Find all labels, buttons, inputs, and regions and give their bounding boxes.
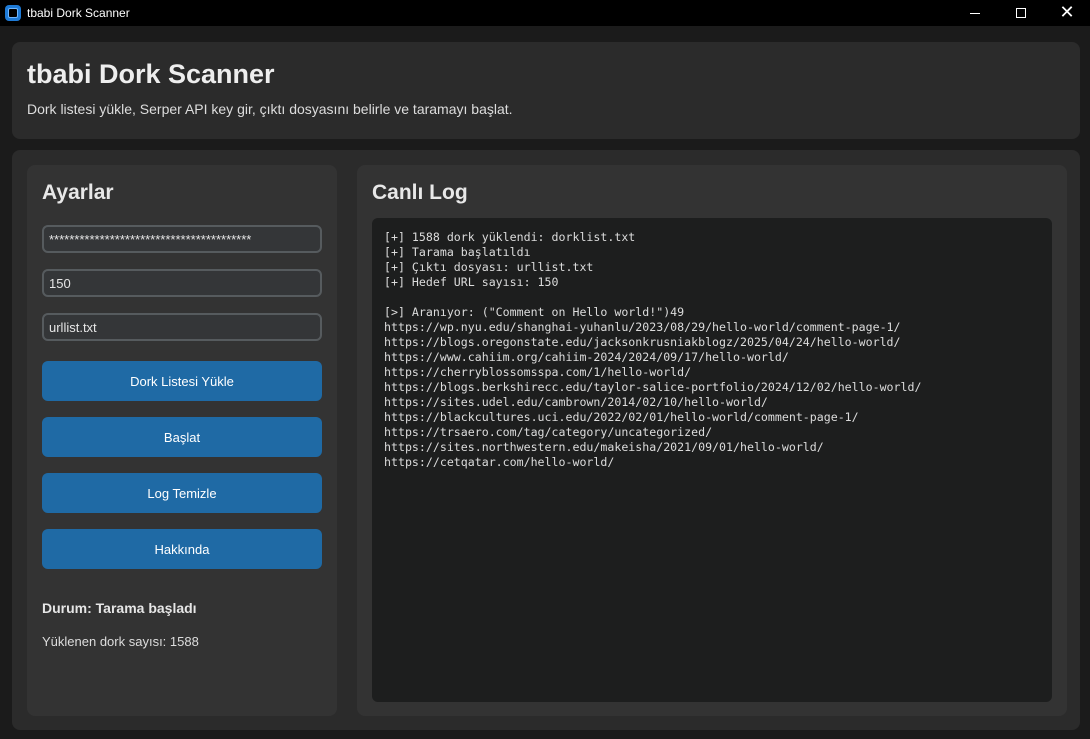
dork-count-label: Yüklenen dork sayısı: 1588 — [42, 634, 199, 649]
log-textbox[interactable]: [+] 1588 dork yüklendi: dorklist.txt [+]… — [372, 218, 1052, 702]
about-button[interactable]: Hakkında — [42, 529, 322, 569]
log-line: https://wp.nyu.edu/shanghai-yuhanlu/2023… — [384, 320, 901, 334]
target-count-input[interactable] — [42, 269, 322, 297]
log-line: https://trsaero.com/tag/category/uncateg… — [384, 425, 713, 439]
log-line: https://blogs.oregonstate.edu/jacksonkru… — [384, 335, 901, 349]
window-controls: ✕ — [952, 0, 1090, 26]
log-line: https://blackcultures.uci.edu/2022/02/01… — [384, 410, 859, 424]
settings-panel: Ayarlar Dork Listesi Yükle Başlat Log Te… — [27, 165, 337, 716]
header-card: tbabi Dork Scanner Dork listesi yükle, S… — [12, 42, 1080, 139]
log-line: [+] Çıktı dosyası: urllist.txt — [384, 260, 594, 274]
clear-log-button[interactable]: Log Temizle — [42, 473, 322, 513]
settings-title: Ayarlar — [42, 181, 114, 204]
minimize-icon — [970, 12, 980, 14]
main-area: Ayarlar Dork Listesi Yükle Başlat Log Te… — [12, 150, 1080, 730]
api-key-input[interactable] — [42, 225, 322, 253]
status-label: Durum: Tarama başladı — [42, 600, 197, 616]
log-line: https://blogs.berkshirecc.edu/taylor-sal… — [384, 380, 922, 394]
close-button[interactable]: ✕ — [1044, 0, 1090, 26]
maximize-icon — [1016, 8, 1026, 18]
log-line: https://www.cahiim.org/cahiim-2024/2024/… — [384, 350, 789, 364]
log-line: [+] Tarama başlatıldı — [384, 245, 531, 259]
close-icon: ✕ — [1059, 2, 1075, 23]
start-button[interactable]: Başlat — [42, 417, 322, 457]
log-line: [+] Hedef URL sayısı: 150 — [384, 275, 559, 289]
page-title: tbabi Dork Scanner — [27, 59, 275, 89]
log-line: [>] Aranıyor: ("Comment on Hello world!"… — [384, 305, 685, 319]
load-dork-list-button[interactable]: Dork Listesi Yükle — [42, 361, 322, 401]
window-title: tbabi Dork Scanner — [27, 6, 130, 20]
output-file-input[interactable] — [42, 313, 322, 341]
log-title: Canlı Log — [372, 181, 468, 204]
title-bar: tbabi Dork Scanner ✕ — [0, 0, 1090, 26]
log-line: https://sites.northwestern.edu/makeisha/… — [384, 440, 824, 454]
log-line: [+] 1588 dork yüklendi: dorklist.txt — [384, 230, 636, 244]
app-icon — [5, 5, 21, 21]
log-panel: Canlı Log [+] 1588 dork yüklendi: dorkli… — [357, 165, 1067, 716]
page-subtitle: Dork listesi yükle, Serper API key gir, … — [27, 101, 513, 117]
log-line: https://sites.udel.edu/cambrown/2014/02/… — [384, 395, 768, 409]
log-line: https://cherryblossomsspa.com/1/hello-wo… — [384, 365, 692, 379]
maximize-button[interactable] — [998, 0, 1044, 26]
log-line: https://cetqatar.com/hello-world/ — [384, 455, 615, 469]
minimize-button[interactable] — [952, 0, 998, 26]
